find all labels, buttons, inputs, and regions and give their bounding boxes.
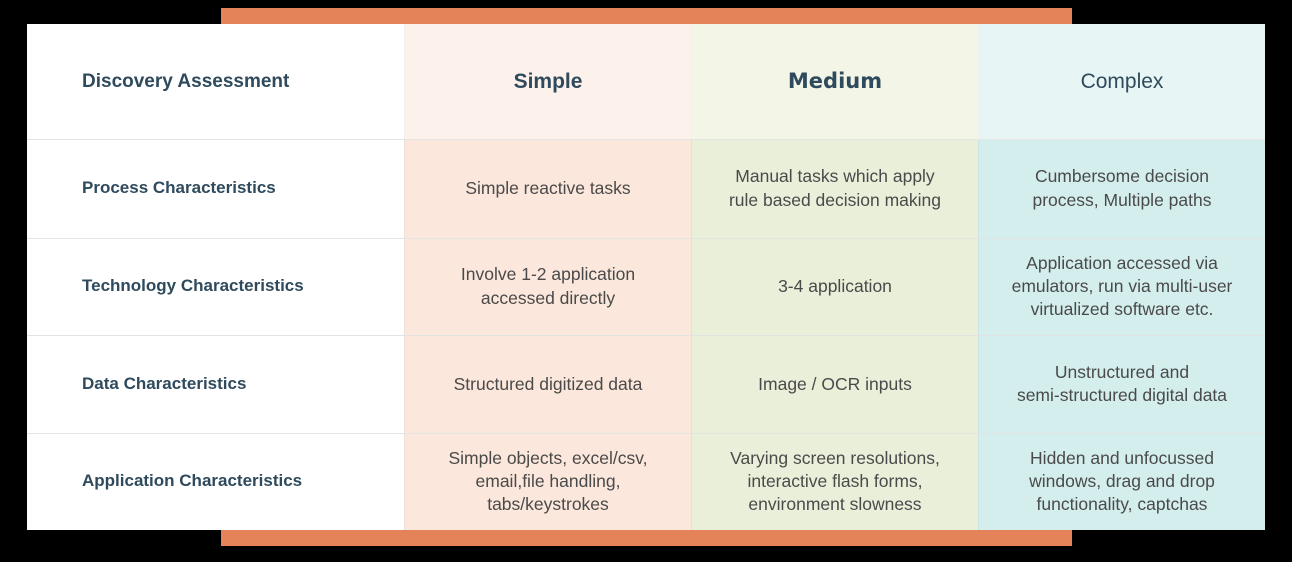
accent-bar-top [221,8,1072,24]
corner-header-text: Discovery Assessment [82,70,290,92]
row-header-data-text: Data Characteristics [82,373,247,393]
cell-technology-medium-text: 3-4 application [778,276,892,297]
cell-data-complex: Unstructured and semi-structured digital… [978,336,1265,433]
cell-process-simple-text: Simple reactive tasks [465,178,631,199]
row-header-technology: Technology Characteristics [27,238,404,335]
row-header-application: Application Characteristics [27,433,404,530]
row-header-technology-text: Technology Characteristics [82,276,304,296]
table-row: Technology Characteristics Involve 1-2 a… [27,237,1265,335]
row-header-application-text: Application Characteristics [82,471,303,491]
cell-application-simple-text: Simple objects, excel/csv, email,file ha… [448,447,648,515]
column-header-simple: Simple [404,24,691,139]
column-header-medium: Medium [691,24,978,139]
cell-data-complex-text: Unstructured and semi-structured digital… [1016,361,1228,406]
table-header-row: Discovery Assessment Simple Medium Compl… [27,24,1265,140]
cell-application-simple: Simple objects, excel/csv, email,file ha… [404,433,691,530]
accent-bar-bottom [221,530,1072,546]
cell-data-simple-text: Structured digitized data [453,373,643,394]
cell-process-medium-text: Manual tasks which apply rule based deci… [728,166,942,210]
slide-canvas: Discovery Assessment Simple Medium Compl… [0,0,1292,562]
cell-application-medium: Varying screen resolutions, interactive … [691,433,978,530]
row-header-process: Process Characteristics [27,140,404,238]
cell-data-simple: Structured digitized data [404,336,691,433]
cell-application-medium-text: Varying screen resolutions, interactive … [730,447,940,515]
cell-technology-simple: Involve 1-2 application accessed directl… [404,238,691,335]
cell-process-simple: Simple reactive tasks [404,140,691,238]
cell-technology-complex-text: Application accessed via emulators, run … [1011,252,1233,320]
cell-process-medium: Manual tasks which apply rule based deci… [691,140,978,238]
cell-data-medium: Image / OCR inputs [691,336,978,433]
column-header-complex-text: Complex [1080,69,1164,93]
corner-header-label: Discovery Assessment [27,24,404,139]
column-header-complex: Complex [978,24,1265,139]
table-row: Data Characteristics Structured digitize… [27,335,1265,433]
column-header-simple-text: Simple [513,69,583,93]
table-row: Process Characteristics Simple reactive … [27,140,1265,238]
cell-application-complex-text: Hidden and unfocussed windows, drag and … [1029,447,1215,515]
cell-process-complex-text: Cumbersome decision process, Multiple pa… [1032,166,1212,210]
column-header-medium-text: Medium [787,68,883,93]
cell-technology-complex: Application accessed via emulators, run … [978,238,1265,335]
cell-data-medium-text: Image / OCR inputs [758,373,912,394]
cell-process-complex: Cumbersome decision process, Multiple pa… [978,140,1265,238]
discovery-assessment-table: Discovery Assessment Simple Medium Compl… [27,24,1265,530]
cell-application-complex: Hidden and unfocussed windows, drag and … [978,433,1265,530]
row-header-process-text: Process Characteristics [82,178,276,198]
table-row: Application Characteristics Simple objec… [27,432,1265,530]
cell-technology-medium: 3-4 application [691,238,978,335]
row-header-data: Data Characteristics [27,336,404,433]
cell-technology-simple-text: Involve 1-2 application accessed directl… [460,264,636,308]
